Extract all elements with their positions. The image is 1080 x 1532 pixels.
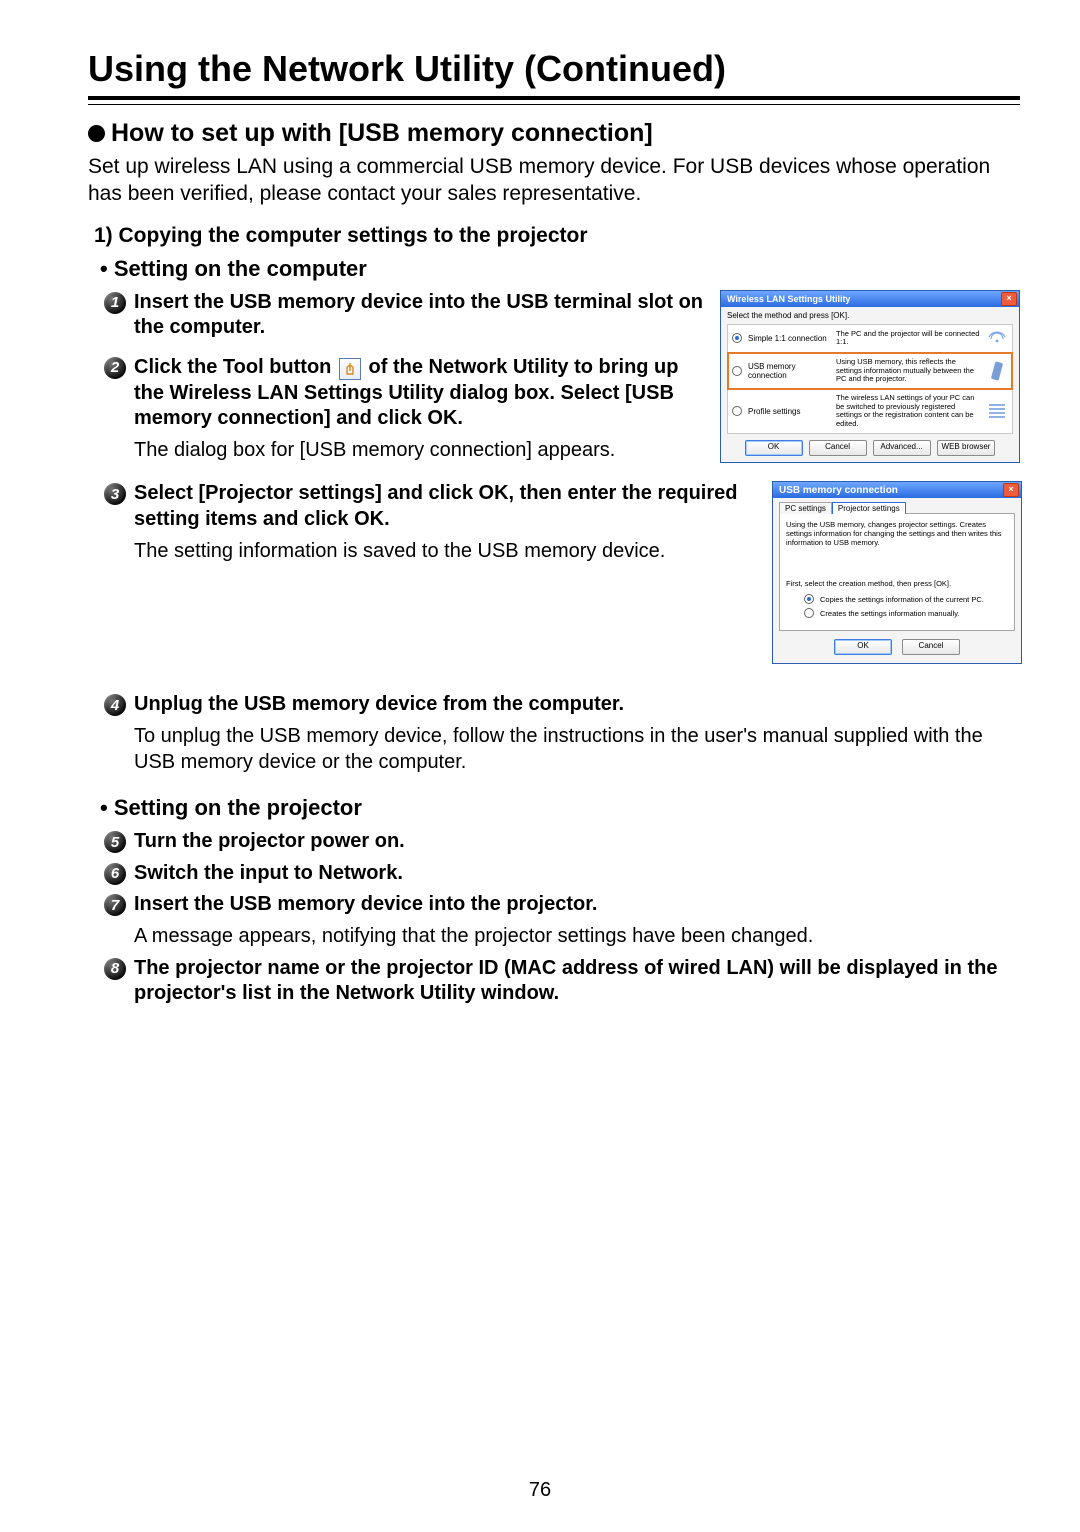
step-1-badge: 1 [104,292,126,314]
radio-off-icon [732,406,742,416]
steps-col-left-2: 3 Select [Projector settings] and click … [88,481,744,564]
divider-thin [88,104,1020,105]
dialog-1-body: Select the method and press [OK]. Simple… [721,307,1019,463]
step-2-body: The dialog box for [USB memory connectio… [88,438,704,464]
sub-setting-computer: • Setting on the computer [88,256,1020,282]
usb-stick-icon [986,362,1008,380]
radio-create-manually[interactable]: Creates the settings information manuall… [804,608,1008,618]
section-subheading: How to set up with [USB memory connectio… [88,119,1020,148]
cancel-button[interactable]: Cancel [902,639,960,655]
dialog-2-wrapper: USB memory connection × PC settings Proj… [760,481,1020,664]
dialog-2-title: USB memory connection [779,485,898,496]
step-8-title: The projector name or the projector ID (… [134,956,1020,1007]
dialog-1-prompt: Select the method and press [OK]. [727,311,1013,320]
page-title: Using the Network Utility (Continued) [88,48,1020,90]
step-2-title: Click the Tool button of the Network Uti… [134,355,704,432]
tool-icon [339,358,361,380]
dialog-2-body: PC settings Projector settings Using the… [773,498,1021,663]
opt2-label: USB memory connection [748,362,830,380]
ok-button[interactable]: OK [834,639,892,655]
wireless-lan-settings-dialog: Wireless LAN Settings Utility × Select t… [720,290,1020,464]
step-7-title: Insert the USB memory device into the pr… [134,892,597,918]
step-7-body: A message appears, notifying that the pr… [88,924,1020,950]
subheading-text: How to set up with [USB memory connectio… [111,119,653,148]
opt2-desc: Using USB memory, this reflects the sett… [836,358,980,384]
radio-off-icon [732,366,742,376]
steps-col-left: 1 Insert the USB memory device into the … [88,290,704,464]
step-4-badge: 4 [104,694,126,716]
dialog-1-buttons: OK Cancel Advanced... WEB browser [727,434,1013,456]
step-5: 5 Turn the projector power on. [88,829,1020,855]
opt3-label: Profile settings [748,407,830,416]
radio-on-icon [732,333,742,343]
dialog-1-wrapper: Wireless LAN Settings Utility × Select t… [720,290,1020,464]
close-icon[interactable]: × [1001,292,1017,306]
step-4: 4 Unplug the USB memory device from the … [88,692,1020,718]
step-1: 1 Insert the USB memory device into the … [88,290,704,341]
list-lines-icon [986,404,1008,418]
step-8-badge: 8 [104,958,126,980]
dialog-2-panel: Using the USB memory, changes projector … [779,513,1015,631]
close-icon[interactable]: × [1003,483,1019,497]
ok-button[interactable]: OK [745,440,803,456]
opt1-label: Simple 1:1 connection [748,334,830,343]
step-4-body: To unplug the USB memory device, follow … [88,724,1020,775]
dialog-2-titlebar: USB memory connection × [773,482,1021,498]
radio-copy-label: Copies the settings information of the c… [820,595,984,604]
advanced-button[interactable]: Advanced... [873,440,931,456]
manual-page: Using the Network Utility (Continued) Ho… [0,0,1080,1532]
dialog-2-radios: Copies the settings information of the c… [786,594,1008,618]
divider-thick [88,96,1020,100]
step-7: 7 Insert the USB memory device into the … [88,892,1020,918]
step-4-title: Unplug the USB memory device from the co… [134,692,624,718]
step-2: 2 Click the Tool button of the Network U… [88,355,704,432]
step-2-badge: 2 [104,357,126,379]
step-5-badge: 5 [104,831,126,853]
step-5-title: Turn the projector power on. [134,829,405,855]
step-3: 3 Select [Projector settings] and click … [88,481,744,532]
steps-row-2: 3 Select [Projector settings] and click … [88,481,1020,664]
dialog-2-desc: Using the USB memory, changes projector … [786,520,1008,547]
dialog-1-titlebar: Wireless LAN Settings Utility × [721,291,1019,307]
wifi-icon [986,331,1008,345]
cancel-button[interactable]: Cancel [809,440,867,456]
sub-setting-projector: • Setting on the projector [88,795,1020,821]
option-simple-connection[interactable]: Simple 1:1 connection The PC and the pro… [728,325,1012,353]
web-browser-button[interactable]: WEB browser [937,440,996,456]
radio-copy-current-pc[interactable]: Copies the settings information of the c… [804,594,1008,604]
step-3-title: Select [Projector settings] and click OK… [134,481,744,532]
step-6-badge: 6 [104,863,126,885]
tab-projector-settings[interactable]: Projector settings [832,502,906,514]
step-6-title: Switch the input to Network. [134,861,403,887]
dialog-2-subprompt: First, select the creation method, then … [786,579,1008,588]
opt1-desc: The PC and the projector will be connect… [836,330,980,347]
dialog-2-buttons: OK Cancel [779,631,1015,655]
radio-off-icon [804,608,814,618]
step-1-title: Insert the USB memory device into the US… [134,290,704,341]
steps-row-3: 4 Unplug the USB memory device from the … [88,692,1020,775]
step-8: 8 The projector name or the projector ID… [88,956,1020,1007]
step-7-badge: 7 [104,894,126,916]
page-number: 76 [0,1479,1080,1502]
opt3-desc: The wireless LAN settings of your PC can… [836,394,980,429]
radio-on-icon [804,594,814,604]
radio-manual-label: Creates the settings information manuall… [820,609,960,618]
step-3-body: The setting information is saved to the … [88,539,744,565]
section-1-title: 1) Copying the computer settings to the … [88,224,1020,248]
steps-row-1: 1 Insert the USB memory device into the … [88,290,1020,464]
option-usb-memory-connection[interactable]: USB memory connection Using USB memory, … [727,352,1013,390]
tab-pc-settings[interactable]: PC settings [779,502,832,514]
intro-paragraph: Set up wireless LAN using a commercial U… [88,154,1020,208]
step-2-title-pre: Click the Tool button [134,356,337,378]
dialog-1-options: Simple 1:1 connection The PC and the pro… [727,324,1013,435]
option-profile-settings[interactable]: Profile settings The wireless LAN settin… [728,389,1012,434]
bullet-solid-icon [88,125,105,142]
step-3-badge: 3 [104,483,126,505]
dialog-1-title: Wireless LAN Settings Utility [727,294,850,304]
usb-memory-connection-dialog: USB memory connection × PC settings Proj… [772,481,1022,664]
step-6: 6 Switch the input to Network. [88,861,1020,887]
